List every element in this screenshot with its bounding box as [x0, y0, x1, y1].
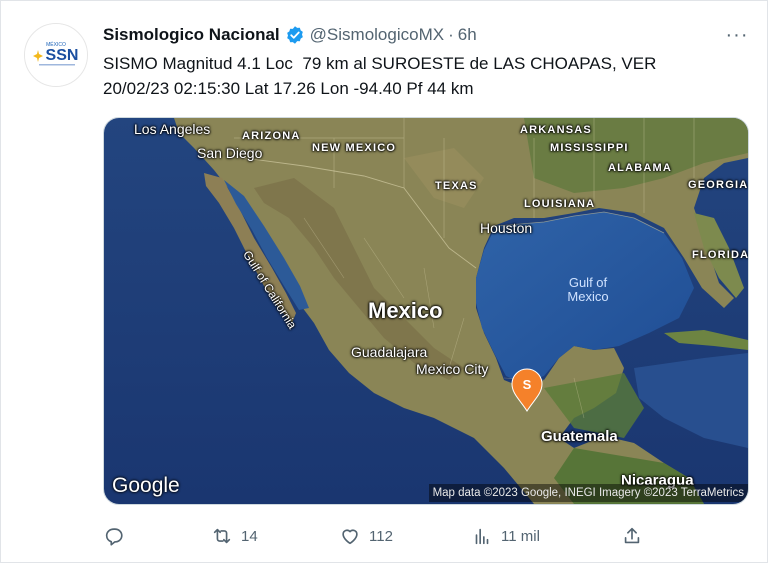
map-label-los-angeles: Los Angeles — [134, 121, 211, 137]
map-attribution[interactable]: Map data ©2023 Google, INEGI Imagery ©20… — [428, 484, 748, 502]
map-label-mexico-city: Mexico City — [416, 361, 489, 377]
author-name[interactable]: Sismologico Nacional — [103, 25, 280, 45]
google-logo: Google — [112, 474, 180, 497]
map-label-gulf-of-mexico: Gulf of Mexico — [560, 276, 616, 304]
map-label-georgia: GEORGIA — [688, 179, 749, 191]
map-label-arkansas: ARKANSAS — [520, 124, 592, 136]
map-label-guatemala: Guatemala — [541, 428, 618, 445]
share-button[interactable] — [621, 521, 643, 551]
map-label-mississippi: MISSISSIPPI — [550, 142, 629, 154]
map-label-houston: Houston — [480, 220, 533, 236]
share-icon — [624, 527, 640, 544]
separator-dot: · — [448, 25, 454, 44]
reply-button[interactable] — [103, 521, 133, 551]
retweet-count: 14 — [241, 527, 258, 545]
map-label-gulf-of-mexico-line: Gulf of — [568, 275, 608, 290]
map-label-alabama: ALABAMA — [608, 162, 673, 174]
avatar[interactable]: MÉXICO SSN — [24, 23, 88, 87]
views-count: 11 mil — [501, 527, 540, 545]
views-button[interactable]: 11 mil — [471, 521, 540, 551]
map-label-new-mexico: NEW MEXICO — [312, 142, 397, 154]
tweet-text-line: 20/02/23 02:15:30 Lat 17.26 Lon -94.40 P… — [103, 79, 474, 98]
map-label-gulf-of-mexico-line: Mexico — [567, 289, 609, 304]
svg-text:S: S — [523, 377, 532, 392]
svg-text:SSN: SSN — [46, 47, 79, 64]
tweet-timestamp[interactable]: 6h — [458, 25, 477, 45]
ssn-logo: MÉXICO SSN — [25, 24, 87, 86]
earthquake-marker-icon[interactable]: S — [510, 368, 544, 412]
retweet-button[interactable]: 14 — [211, 521, 258, 551]
tweet-text: SISMO Magnitud 4.1 Loc 79 km al SUROESTE… — [103, 51, 723, 101]
more-options-icon[interactable]: ··· — [723, 25, 751, 45]
tweet-actions: 14 112 11 mil — [103, 521, 663, 551]
author-handle[interactable]: @SismologicoMX — [310, 25, 444, 45]
tweet-text-line: SISMO Magnitud 4.1 Loc 79 km al SUROESTE… — [103, 54, 657, 73]
map-label-louisiana: LOUISIANA — [524, 198, 596, 210]
map-label-florida: FLORIDA — [692, 249, 749, 261]
reply-icon — [105, 528, 123, 546]
heart-icon — [342, 529, 358, 545]
map-label-mexico: Mexico — [368, 298, 443, 323]
like-count: 112 — [369, 527, 393, 545]
views-icon — [475, 528, 489, 545]
verified-badge-icon — [286, 26, 303, 44]
map-image[interactable]: Los Angeles San Diego ARIZONA NEW MEXICO… — [103, 117, 749, 505]
tweet-header: Sismologico Nacional @SismologicoMX · 6h — [103, 23, 713, 47]
like-button[interactable]: 112 — [339, 521, 393, 551]
tweet-card[interactable]: MÉXICO SSN Sismologico Nacional @Sismolo… — [0, 0, 768, 563]
map-label-arizona: ARIZONA — [242, 130, 301, 142]
map-label-texas: TEXAS — [435, 180, 478, 192]
retweet-icon — [213, 528, 231, 544]
map-label-guadalajara: Guadalajara — [351, 344, 428, 360]
map-label-san-diego: San Diego — [197, 145, 263, 161]
